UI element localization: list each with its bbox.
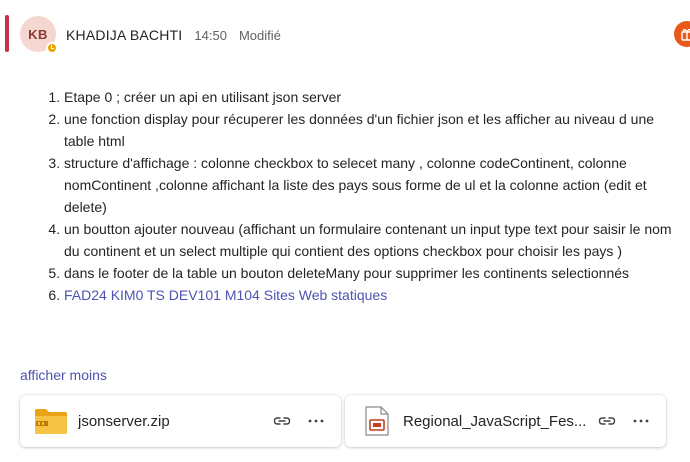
list-item: dans le footer de la table un bouton del… [64, 262, 672, 284]
author-name[interactable]: KHADIJA BACHTI [66, 27, 182, 43]
show-less-link[interactable]: afficher moins [20, 367, 107, 383]
reaction-button[interactable] [674, 21, 690, 47]
more-options-icon[interactable] [307, 413, 325, 429]
mention-accent-bar [5, 15, 9, 52]
reaction-icon [681, 29, 690, 41]
avatar-initials: KB [28, 26, 48, 42]
message-time: 14:50 [194, 28, 227, 43]
list-item: Etape 0 ; créer un api en utilisant json… [64, 86, 672, 108]
list-item: FAD24 KIM0 TS DEV101 M104 Sites Web stat… [64, 284, 672, 306]
avatar[interactable]: KB [20, 16, 58, 54]
zip-folder-icon [35, 409, 67, 434]
copy-link-icon[interactable] [273, 413, 291, 429]
message-header: KHADIJA BACHTI 14:50 Modifié [66, 27, 281, 43]
more-options-icon[interactable] [632, 413, 650, 429]
away-status-icon [46, 42, 58, 54]
attachment-card[interactable]: jsonserver.zip [20, 395, 341, 447]
list-item: un boutton ajouter nouveau (affichant un… [64, 218, 672, 262]
attachment-card[interactable]: Regional_JavaScript_Fes... [345, 395, 666, 447]
attachment-name: jsonserver.zip [78, 413, 170, 430]
copy-link-icon[interactable] [598, 413, 616, 429]
chat-message: KB KHADIJA BACHTI 14:50 Modifié Etape 0 … [0, 0, 690, 462]
presentation-file-icon [365, 406, 389, 436]
attachment-name: Regional_JavaScript_Fes... [403, 413, 587, 430]
task-list: Etape 0 ; créer un api en utilisant json… [20, 86, 672, 306]
list-item: structure d'affichage : colonne checkbox… [64, 152, 672, 218]
edited-label: Modifié [238, 28, 281, 43]
channel-link[interactable]: FAD24 KIM0 TS DEV101 M104 Sites Web stat… [64, 287, 387, 303]
list-item: une fonction display pour récuperer les … [64, 108, 672, 152]
message-body: Etape 0 ; créer un api en utilisant json… [20, 86, 672, 306]
